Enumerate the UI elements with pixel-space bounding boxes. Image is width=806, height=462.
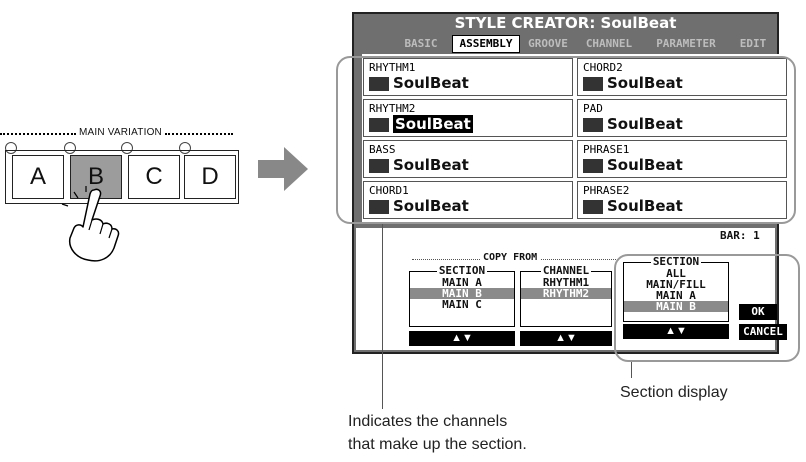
- divider: [164, 130, 233, 135]
- copy-channel-box[interactable]: CHANNEL RHYTHM1 RHYTHM2: [520, 264, 612, 327]
- pointing-hand-icon: [61, 186, 120, 262]
- copy-section-box[interactable]: SECTION MAIN A MAIN B MAIN C: [409, 264, 515, 327]
- variation-button-d[interactable]: D: [184, 155, 236, 199]
- tab-edit[interactable]: EDIT: [732, 36, 774, 52]
- tab-basic[interactable]: BASIC: [396, 36, 446, 52]
- bar-indicator: BAR: 1: [720, 229, 760, 242]
- tab-assembly[interactable]: ASSEMBLY: [452, 35, 520, 53]
- divider: [0, 130, 76, 135]
- callout-line-channels: [382, 224, 383, 409]
- copy-channel-updown-button[interactable]: ▲▼: [520, 331, 612, 346]
- screen-title: STYLE CREATOR: SoulBeat: [454, 14, 677, 32]
- arrow-right-icon: [258, 147, 308, 191]
- tab-channel[interactable]: CHANNEL: [578, 36, 640, 52]
- variation-button-c[interactable]: C: [128, 155, 180, 199]
- main-variation-label: MAIN VARIATION: [78, 127, 162, 138]
- copy-section-item[interactable]: MAIN C: [410, 299, 514, 310]
- main-variation-title: MAIN VARIATION: [0, 127, 240, 138]
- copy-from-title: COPY FROM: [480, 252, 541, 263]
- section-display-caption: Section display: [620, 384, 728, 401]
- tab-parameter[interactable]: PARAMETER: [644, 36, 728, 52]
- channels-highlight-outline: [336, 56, 796, 224]
- section-display-outline: [614, 254, 800, 362]
- copy-section-updown-button[interactable]: ▲▼: [409, 331, 515, 346]
- callout-line-section: [631, 362, 632, 378]
- copy-channel-item-selected[interactable]: RHYTHM2: [521, 288, 611, 299]
- channels-caption-line2: that make up the section.: [348, 436, 527, 453]
- tab-bar: BASIC ASSEMBLY GROOVE CHANNEL PARAMETER …: [356, 35, 777, 53]
- channels-caption-line1: Indicates the channels: [348, 413, 508, 430]
- tab-groove[interactable]: GROOVE: [522, 36, 574, 52]
